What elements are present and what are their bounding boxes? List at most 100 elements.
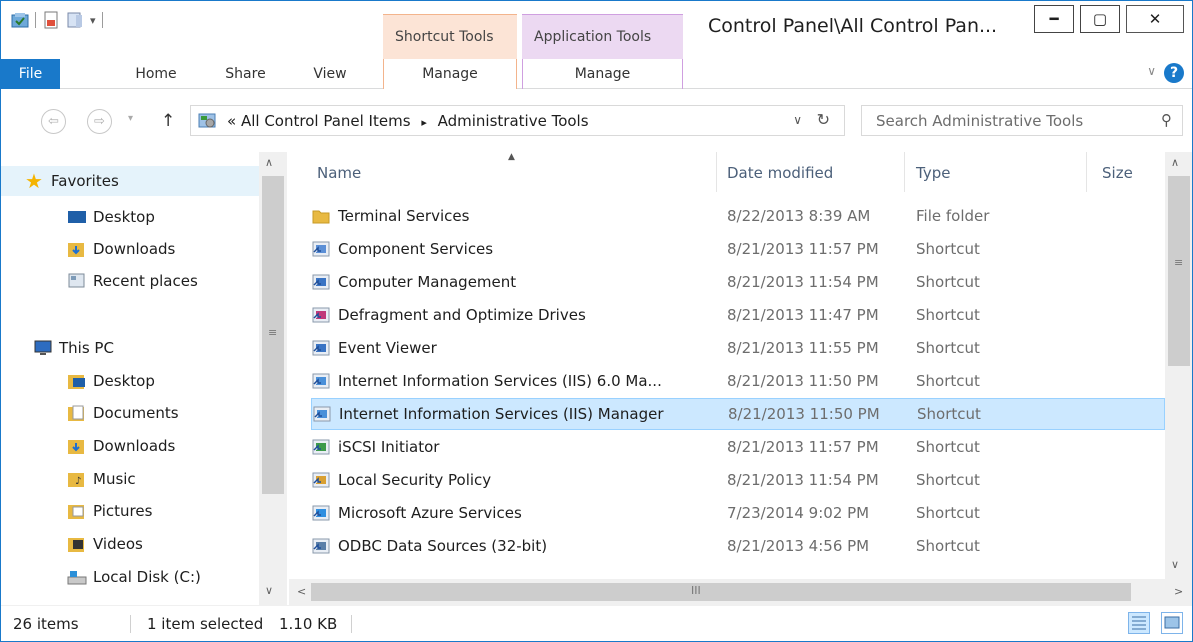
tab-home[interactable]: Home — [121, 59, 191, 89]
file-row[interactable]: Event Viewer 8/21/2013 11:55 PM Shortcut — [311, 332, 1165, 364]
minimize-icon: ━ — [1049, 10, 1059, 28]
refresh-icon[interactable]: ↻ — [817, 110, 830, 129]
column-divider[interactable] — [1086, 152, 1087, 192]
nav-label: Documents — [93, 404, 179, 422]
file-row[interactable]: Local Security Policy 8/21/2013 11:54 PM S… — [311, 464, 1165, 496]
nav-pc-music[interactable]: ♪ Music — [1, 464, 136, 494]
search-input[interactable]: Search Administrative Tools ⚲ — [861, 105, 1183, 136]
file-type: Shortcut — [916, 537, 980, 555]
properties-icon[interactable] — [42, 11, 60, 29]
file-row[interactable]: Defragment and Optimize Drives 8/21/2013 … — [311, 299, 1165, 331]
scroll-right-icon[interactable]: > — [1174, 585, 1183, 598]
file-row[interactable]: Terminal Services 8/22/2013 8:39 AM File f… — [311, 200, 1165, 232]
details-view-icon — [1132, 616, 1146, 630]
maximize-icon: ▢ — [1092, 10, 1108, 28]
event-viewer-icon — [312, 340, 330, 356]
file-row[interactable]: iSCSI Initiator 8/21/2013 11:57 PM Shortcu… — [311, 431, 1165, 463]
minimize-button[interactable]: ━ — [1034, 5, 1074, 33]
column-date-modified[interactable]: Date modified — [727, 164, 833, 182]
scroll-up-icon[interactable]: ∧ — [265, 156, 273, 169]
nav-fav-recent-places[interactable]: Recent places — [1, 266, 198, 296]
nav-pane-scrollbar[interactable]: ∧ ≡ ∨ — [259, 152, 287, 605]
nav-pc-videos[interactable]: Videos — [1, 529, 143, 559]
nav-label: Videos — [93, 535, 143, 553]
title-bar: ▾ Shortcut Tools Application Tools Contr… — [1, 1, 1192, 59]
iscsi-icon — [312, 439, 330, 455]
nav-fav-desktop[interactable]: Desktop — [1, 202, 155, 232]
tab-manage-application[interactable]: Manage — [522, 59, 683, 89]
list-scroll-thumb[interactable]: ≡ — [1168, 176, 1190, 366]
qat-separator — [101, 12, 103, 28]
nav-pc-desktop[interactable]: Desktop — [1, 366, 155, 396]
file-name: Microsoft Azure Services — [338, 504, 522, 522]
scroll-down-icon[interactable]: ∨ — [265, 584, 273, 597]
nav-label: Music — [93, 470, 136, 488]
column-divider[interactable] — [904, 152, 905, 192]
tab-file[interactable]: File — [1, 59, 60, 89]
address-bar[interactable]: « All Control Panel Items ▸ Administrati… — [190, 105, 845, 136]
breadcrumb-all-control-panel-items[interactable]: All Control Panel Items — [241, 112, 411, 130]
nav-scroll-thumb[interactable]: ≡ — [262, 176, 284, 494]
horizontal-scroll-thumb[interactable]: III — [311, 583, 1131, 601]
expand-ribbon-icon[interactable]: ∨ — [1147, 64, 1156, 78]
selection-count: 1 item selected — [147, 615, 264, 633]
column-size[interactable]: Size — [1102, 164, 1133, 182]
tab-view[interactable]: View — [299, 59, 361, 89]
scroll-down-icon[interactable]: ∨ — [1171, 558, 1179, 571]
nav-favorites[interactable]: ★ Favorites — [1, 166, 259, 196]
selection-size: 1.10 KB — [279, 615, 338, 633]
tab-share[interactable]: Share — [213, 59, 278, 89]
search-icon[interactable]: ⚲ — [1161, 111, 1172, 129]
up-button[interactable]: ↑ — [161, 111, 175, 131]
file-row[interactable]: Component Services 8/21/2013 11:57 PM Shor… — [311, 233, 1165, 265]
recent-locations-dropdown[interactable]: ▾ — [128, 113, 133, 124]
file-row[interactable]: Computer Management 8/21/2013 11:54 PM Sho… — [311, 266, 1165, 298]
details-view-button[interactable] — [1128, 612, 1150, 634]
maximize-button[interactable]: ▢ — [1080, 5, 1120, 33]
item-count: 26 items — [13, 615, 79, 633]
file-name-cell: Internet Information Services (IIS) Mana… — [312, 404, 712, 424]
breadcrumb-overflow[interactable]: « — [227, 112, 236, 130]
large-icons-view-button[interactable] — [1161, 612, 1183, 634]
this-pc-icon — [34, 340, 52, 355]
odbc-icon — [312, 538, 330, 554]
new-folder-icon[interactable] — [66, 11, 84, 29]
forward-button[interactable]: ⇨ — [87, 109, 112, 134]
file-type: Shortcut — [916, 372, 980, 390]
file-row[interactable]: ODBC Data Sources (32-bit) 8/21/2013 4:56… — [311, 530, 1165, 562]
help-icon[interactable]: ? — [1164, 63, 1184, 83]
tab-manage-shortcut[interactable]: Manage — [383, 59, 517, 89]
nav-pc-documents[interactable]: Documents — [1, 398, 179, 428]
file-name: Defragment and Optimize Drives — [338, 306, 586, 324]
close-button[interactable]: ✕ — [1126, 5, 1184, 33]
column-divider[interactable] — [716, 152, 717, 192]
file-row[interactable]: Internet Information Services (IIS) 6.0 … — [311, 365, 1165, 397]
file-row[interactable]: Microsoft Azure Services 7/23/2014 9:02 P… — [311, 497, 1165, 529]
file-list-scrollbar[interactable]: ∧ ≡ ∨ — [1165, 152, 1192, 579]
explorer-app-icon[interactable] — [11, 12, 29, 28]
qat-customize-dropdown[interactable]: ▾ — [90, 14, 96, 27]
file-type: Shortcut — [916, 240, 980, 258]
breadcrumb-separator[interactable]: ▸ — [421, 116, 427, 129]
file-name: ODBC Data Sources (32-bit) — [338, 537, 548, 555]
column-type[interactable]: Type — [916, 164, 950, 182]
nav-pc-local-disk[interactable]: Local Disk (C:) — [1, 562, 201, 592]
scroll-left-icon[interactable]: < — [297, 585, 306, 598]
quick-access-toolbar: ▾ — [11, 9, 103, 31]
nav-pc-downloads[interactable]: Downloads — [1, 431, 175, 461]
file-name-cell: Computer Management — [311, 272, 711, 292]
nav-this-pc[interactable]: This PC — [1, 333, 114, 363]
horizontal-scrollbar[interactable]: < III > — [289, 579, 1192, 605]
file-name: iSCSI Initiator — [338, 438, 440, 456]
breadcrumb-administrative-tools[interactable]: Administrative Tools — [438, 112, 589, 130]
nav-pc-pictures[interactable]: Pictures — [1, 496, 152, 526]
back-button[interactable]: ⇦ — [41, 109, 66, 134]
control-panel-icon — [198, 113, 216, 128]
scroll-up-icon[interactable]: ∧ — [1171, 156, 1179, 169]
file-type: File folder — [916, 207, 990, 225]
file-row[interactable]: Internet Information Services (IIS) Mana… — [311, 398, 1165, 430]
address-history-dropdown[interactable]: ∨ — [793, 113, 802, 127]
column-name[interactable]: Name — [317, 164, 361, 182]
file-type: Shortcut — [916, 471, 980, 489]
nav-fav-downloads[interactable]: Downloads — [1, 234, 175, 264]
